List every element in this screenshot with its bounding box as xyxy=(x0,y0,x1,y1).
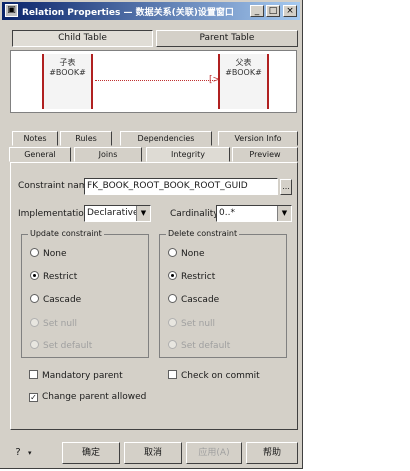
implementation-select[interactable]: Declarative ▼ xyxy=(84,205,151,222)
implementation-label: Implementation: xyxy=(18,209,93,219)
tab-notes[interactable]: Notes xyxy=(12,131,58,146)
child-table-line1: 子表 xyxy=(59,58,76,67)
delete-constraint-group: Delete constraint None Restrict Cascade … xyxy=(159,229,287,358)
minimize-button[interactable]: _ xyxy=(250,5,264,17)
apply-button[interactable]: 应用(A) xyxy=(186,442,242,464)
checkbox-icon xyxy=(29,370,38,379)
update-radio-restrict[interactable]: Restrict xyxy=(30,271,77,282)
tab-integrity[interactable]: Integrity xyxy=(146,147,230,162)
radio-label: Set null xyxy=(181,319,216,329)
help-menu-icon[interactable]: ? xyxy=(12,446,24,460)
relation-properties-window: ▣ Relation Properties — 数据关系(关联)设置窗口 _ □… xyxy=(0,0,303,469)
window-icon: ▣ xyxy=(5,4,18,17)
radio-icon xyxy=(30,248,39,257)
chevron-down-icon[interactable]: ▾ xyxy=(28,446,32,460)
radio-icon xyxy=(30,294,39,303)
radio-icon xyxy=(168,340,177,349)
radio-label: Set null xyxy=(43,319,78,329)
checkbox-label: Check on commit xyxy=(181,371,260,381)
radio-label: Cascade xyxy=(43,295,82,305)
update-radio-set-default[interactable]: Set default xyxy=(30,340,92,351)
child-table-line2: #BOOK# xyxy=(49,68,86,77)
relation-diagram: 子表 #BOOK# [> 父表 #BOOK# xyxy=(10,50,297,113)
constraint-browse-button[interactable]: ... xyxy=(280,179,292,195)
delete-constraint-title: Delete constraint xyxy=(166,229,240,238)
delete-radio-cascade[interactable]: Cascade xyxy=(168,294,219,305)
relation-connector xyxy=(95,80,215,81)
checkbox-label: Mandatory parent xyxy=(42,371,123,381)
help-button[interactable]: 帮助 xyxy=(246,442,298,464)
radio-icon xyxy=(168,318,177,327)
implementation-value: Declarative xyxy=(87,208,139,218)
radio-label: None xyxy=(43,249,67,259)
update-radio-none[interactable]: None xyxy=(30,248,66,259)
chevron-down-icon[interactable]: ▼ xyxy=(136,206,150,221)
delete-radio-set-null[interactable]: Set null xyxy=(168,318,215,329)
tab-joins[interactable]: Joins xyxy=(74,147,142,162)
tab-general[interactable]: General xyxy=(9,147,71,162)
parent-table-button[interactable]: Parent Table xyxy=(156,30,298,47)
cardinality-label: Cardinality: xyxy=(170,209,222,219)
delete-radio-restrict[interactable]: Restrict xyxy=(168,271,215,282)
tab-preview[interactable]: Preview xyxy=(232,147,298,162)
window-title: Relation Properties — 数据关系(关联)设置窗口 xyxy=(22,8,234,18)
checkmark-icon: ✓ xyxy=(29,393,38,402)
tab-version-info[interactable]: Version Info xyxy=(218,131,298,146)
close-button[interactable]: × xyxy=(283,5,297,17)
radio-icon xyxy=(168,294,177,303)
radio-selected-icon xyxy=(30,271,39,280)
parent-table-line1: 父表 xyxy=(235,58,252,67)
radio-label: Cascade xyxy=(181,295,220,305)
delete-radio-set-default[interactable]: Set default xyxy=(168,340,230,351)
update-radio-set-null[interactable]: Set null xyxy=(30,318,77,329)
update-radio-cascade[interactable]: Cascade xyxy=(30,294,81,305)
constraint-name-field[interactable]: FK_BOOK_ROOT_BOOK_ROOT_GUID xyxy=(84,178,278,195)
radio-label: Restrict xyxy=(181,272,216,282)
radio-label: None xyxy=(181,249,205,259)
radio-icon xyxy=(30,318,39,327)
update-constraint-group: Update constraint None Restrict Cascade … xyxy=(21,229,149,358)
maximize-button[interactable]: □ xyxy=(266,5,280,17)
parent-table-line2: #BOOK# xyxy=(225,68,262,77)
radio-icon xyxy=(168,248,177,257)
change-parent-allowed-checkbox[interactable]: ✓ Change parent allowed xyxy=(29,392,146,402)
cancel-button[interactable]: 取消 xyxy=(124,442,182,464)
radio-label: Restrict xyxy=(43,272,78,282)
tab-rules[interactable]: Rules xyxy=(60,131,112,146)
checkbox-label: Change parent allowed xyxy=(42,392,147,402)
chevron-down-icon[interactable]: ▼ xyxy=(277,206,291,221)
update-constraint-title: Update constraint xyxy=(28,229,104,238)
cardinality-value: 0..* xyxy=(219,208,235,218)
child-table-box[interactable]: 子表 #BOOK# xyxy=(42,54,93,109)
check-on-commit-checkbox[interactable]: Check on commit xyxy=(168,370,260,381)
radio-selected-icon xyxy=(168,271,177,280)
checkbox-icon xyxy=(168,370,177,379)
child-table-button[interactable]: Child Table xyxy=(12,30,153,47)
ok-button[interactable]: 确定 xyxy=(62,442,120,464)
mandatory-parent-checkbox[interactable]: Mandatory parent xyxy=(29,370,123,381)
radio-label: Set default xyxy=(43,341,93,351)
tab-dependencies[interactable]: Dependencies xyxy=(120,131,212,146)
parent-table-box[interactable]: 父表 #BOOK# xyxy=(218,54,269,109)
title-bar[interactable]: ▣ Relation Properties — 数据关系(关联)设置窗口 _ □… xyxy=(2,2,300,20)
radio-label: Set default xyxy=(181,341,231,351)
cardinality-select[interactable]: 0..* ▼ xyxy=(216,205,292,222)
delete-radio-none[interactable]: None xyxy=(168,248,204,259)
radio-icon xyxy=(30,340,39,349)
